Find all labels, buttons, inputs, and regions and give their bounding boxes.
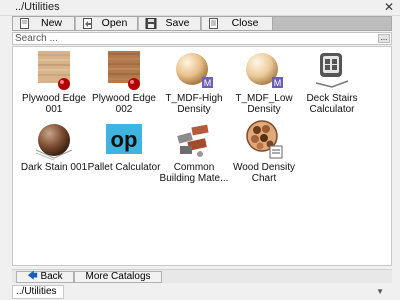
catalog-item-dark-stain-001[interactable]: Dark Stain 001 <box>17 120 91 173</box>
catalog-grid: Plywood Edge 001 Plywood Edge 002 M T_MD… <box>12 46 392 266</box>
back-button[interactable]: 🡄 Back <box>16 271 74 283</box>
title-bar: ../Utilities ✕ <box>0 0 400 16</box>
plywood-edge-icon <box>34 51 74 91</box>
mdf-sphere-icon: M <box>174 51 214 91</box>
new-button-label: New <box>40 17 62 29</box>
item-label: Pallet Calculator <box>87 162 161 173</box>
catalog-item-pallet-calculator[interactable]: op Pallet Calculator <box>87 120 161 173</box>
window-title: ../Utilities <box>15 1 60 13</box>
search-bar: ... <box>12 32 392 45</box>
navigation-bar: 🡄 Back More Catalogs <box>12 269 392 283</box>
catalog-item-deck-stairs-calculator[interactable]: Deck Stairs Calculator <box>295 51 369 115</box>
back-button-label: Back <box>40 271 63 282</box>
svg-text:M: M <box>204 78 212 88</box>
catalog-item-plywood-edge-002[interactable]: Plywood Edge 002 <box>87 51 161 115</box>
item-label: Common Building Mate... <box>159 162 229 184</box>
close-button-label: Close <box>231 17 259 29</box>
plywood-edge-icon <box>104 51 144 91</box>
op-icon: op <box>104 120 144 160</box>
search-options-button[interactable]: ... <box>378 34 390 43</box>
wood-density-chart-icon <box>244 120 284 160</box>
catalog-item-common-building-materials[interactable]: Common Building Mate... <box>157 120 231 184</box>
toolbar: New Open Save Close <box>12 16 392 31</box>
more-catalogs-button[interactable]: More Catalogs <box>74 271 162 283</box>
item-label: Deck Stairs Calculator <box>306 93 358 115</box>
svg-text:op: op <box>111 127 138 152</box>
item-label: Plywood Edge 001 <box>22 93 86 115</box>
path-tab[interactable]: ../Utilities <box>12 285 64 299</box>
stairs-calculator-icon <box>312 51 352 91</box>
back-arrow-icon: 🡄 <box>27 271 38 282</box>
mdf-sphere-icon: M <box>244 51 284 91</box>
search-input[interactable] <box>15 33 370 44</box>
catalog-item-wood-density-chart[interactable]: Wood Density Chart <box>227 120 301 184</box>
open-button-label: Open <box>101 17 128 29</box>
chevron-down-icon[interactable]: ▼ <box>376 287 384 296</box>
item-label: Plywood Edge 002 <box>92 93 156 115</box>
catalog-item-mdf-high-density[interactable]: M T_MDF-High Density <box>157 51 231 115</box>
dark-stain-sphere-icon <box>34 120 74 161</box>
item-label: Wood Density Chart <box>232 162 296 184</box>
svg-text:M: M <box>274 78 282 88</box>
save-button[interactable]: Save <box>139 17 201 30</box>
bricks-icon <box>174 120 214 160</box>
save-button-label: Save <box>165 17 190 29</box>
new-button[interactable]: New <box>13 17 75 30</box>
path-bar: ../Utilities ▼ <box>12 285 392 300</box>
item-label: T_MDF_Low Density <box>235 93 293 115</box>
catalog-item-plywood-edge-001[interactable]: Plywood Edge 001 <box>17 51 91 115</box>
item-label: Dark Stain 001 <box>20 162 88 173</box>
close-button[interactable]: Close <box>202 17 273 30</box>
catalog-item-mdf-low-density[interactable]: M T_MDF_Low Density <box>227 51 301 115</box>
close-icon[interactable]: ✕ <box>383 0 395 14</box>
open-button[interactable]: Open <box>76 17 138 30</box>
item-label: T_MDF-High Density <box>165 93 223 115</box>
